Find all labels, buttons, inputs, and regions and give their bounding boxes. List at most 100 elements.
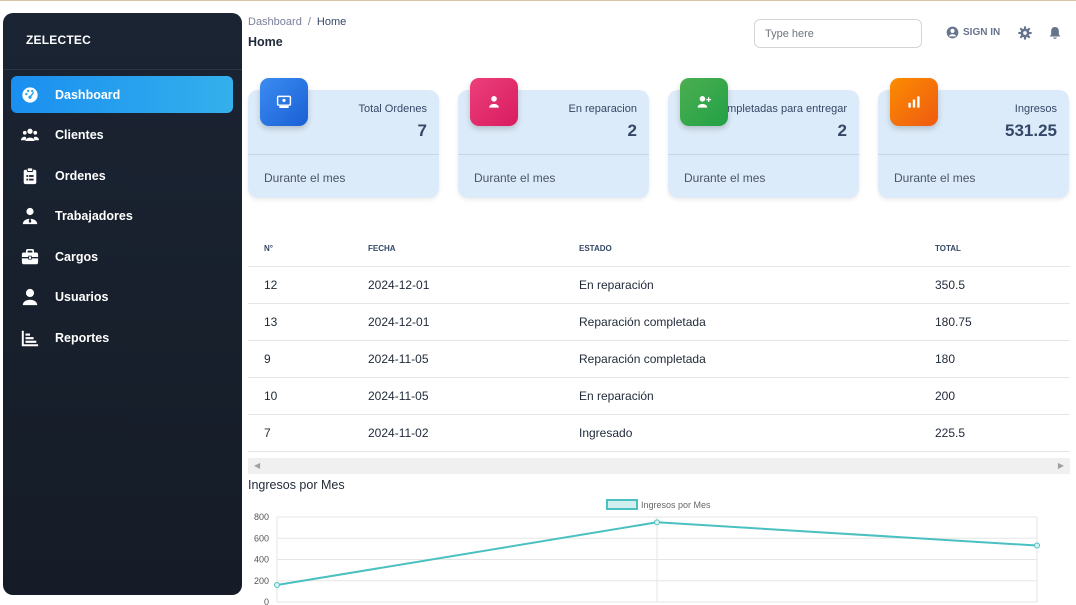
y-tick-label: 600 xyxy=(254,533,269,543)
card-footer: Durante el mes xyxy=(684,171,766,185)
cell-status: Reparación completada xyxy=(579,303,935,341)
sidebar-item-label: Ordenes xyxy=(55,168,106,183)
y-tick-label: 200 xyxy=(254,576,269,586)
card-label: En reparacion xyxy=(568,103,638,115)
data-point[interactable] xyxy=(1034,542,1040,549)
stat-card-total-ordenes: Total Ordenes 7 Durante el mes xyxy=(248,78,439,198)
breadcrumb-root-link[interactable]: Dashboard xyxy=(248,16,302,28)
card-label-clip: Completadas para entregar xyxy=(728,103,847,117)
legend-swatch[interactable] xyxy=(606,499,638,510)
brand-divider xyxy=(3,69,242,70)
person-icon xyxy=(470,78,518,126)
y-tick-label: 0 xyxy=(264,597,269,605)
scroll-left-arrow-icon[interactable]: ◀ xyxy=(254,461,260,470)
cell-date: 2024-11-05 xyxy=(368,340,579,378)
sign-in-button[interactable]: SIGN IN xyxy=(946,26,1000,39)
top-border xyxy=(0,0,1076,1)
bar-chart-icon xyxy=(890,78,938,126)
card-label: Total Ordenes xyxy=(358,103,427,115)
card-value: 2 xyxy=(837,121,847,140)
table-horizontal-scrollbar[interactable]: ◀ ▶ xyxy=(248,458,1070,474)
sidebar-item-reportes[interactable]: Reportes xyxy=(11,319,233,356)
card-divider xyxy=(248,154,439,155)
table-row[interactable]: 13 2024-12-01 Reparación completada 180.… xyxy=(248,303,1070,341)
sidebar-item-trabajadores[interactable]: Trabajadores xyxy=(11,197,233,234)
orders-table: N° FECHA ESTADO TOTAL 12 2024-12-01 En r… xyxy=(248,232,1070,452)
cell-total: 180.75 xyxy=(935,303,1070,341)
chart-grid xyxy=(276,516,1038,603)
cell-status: En reparación xyxy=(579,377,935,415)
cell-date: 2024-11-05 xyxy=(368,377,579,415)
brand-logo: ZELECTEC xyxy=(26,33,91,47)
card-divider xyxy=(458,154,649,155)
card-value: 531.25 xyxy=(1005,121,1057,140)
cell-status: Ingresado xyxy=(579,414,935,452)
person-add-icon xyxy=(680,78,728,126)
card-footer: Durante el mes xyxy=(264,171,346,185)
search-input[interactable] xyxy=(754,19,922,48)
stat-card-completadas: Completadas para entregar 2 Durante el m… xyxy=(668,78,859,198)
card-label: Ingresos xyxy=(1014,103,1057,115)
cell-total: 225.5 xyxy=(935,414,1070,452)
sidebar-item-dashboard[interactable]: Dashboard xyxy=(11,76,233,113)
sidebar-item-label: Clientes xyxy=(55,127,104,142)
cell-date: 2024-11-02 xyxy=(368,414,579,452)
scroll-right-arrow-icon[interactable]: ▶ xyxy=(1058,461,1064,470)
table-row[interactable]: 9 2024-11-05 Reparación completada 180 xyxy=(248,340,1070,378)
cell-total: 350.5 xyxy=(935,266,1070,304)
data-point[interactable] xyxy=(274,582,280,588)
user-icon xyxy=(19,286,41,308)
card-value: 2 xyxy=(627,121,637,140)
table-row[interactable]: 7 2024-11-02 Ingresado 225.5 xyxy=(248,414,1070,452)
user-circle-icon xyxy=(946,26,959,39)
gear-icon[interactable] xyxy=(1018,26,1032,40)
y-tick-label: 800 xyxy=(254,512,269,522)
chart-title: Ingresos por Mes xyxy=(248,478,345,492)
table-row[interactable]: 12 2024-12-01 En reparación 350.5 xyxy=(248,266,1070,304)
cell-number: 10 xyxy=(248,377,368,415)
cell-status: Reparación completada xyxy=(579,340,935,378)
id-card-icon xyxy=(260,78,308,126)
table-row[interactable]: 10 2024-11-05 En reparación 200 xyxy=(248,377,1070,415)
sign-in-label: SIGN IN xyxy=(963,27,1001,38)
table-header-row: N° FECHA ESTADO TOTAL xyxy=(248,232,1070,267)
breadcrumb-separator: / xyxy=(307,16,311,28)
sidebar-item-usuarios[interactable]: Usuarios xyxy=(11,278,233,315)
card-footer: Durante el mes xyxy=(894,171,976,185)
cell-status: En reparación xyxy=(579,266,935,304)
cell-total: 180 xyxy=(935,340,1070,378)
sidebar-item-label: Trabajadores xyxy=(55,208,133,223)
cell-total: 200 xyxy=(935,377,1070,415)
card-divider xyxy=(668,154,859,155)
sidebar-item-label: Cargos xyxy=(55,249,99,264)
column-header: TOTAL xyxy=(935,232,1070,267)
chart-legend: Ingresos por Mes xyxy=(606,499,711,510)
cell-number: 7 xyxy=(248,414,368,452)
card-divider xyxy=(878,154,1069,155)
column-header: ESTADO xyxy=(579,232,935,267)
card-label: Completadas para entregar xyxy=(728,103,847,115)
data-point[interactable] xyxy=(654,519,660,526)
sidebar-item-ordenes[interactable]: Ordenes xyxy=(11,157,233,194)
column-header: N° xyxy=(248,232,368,267)
chart-y-axis: 0 200 400 600 800 xyxy=(254,512,269,605)
legend-label[interactable]: Ingresos por Mes xyxy=(641,500,711,510)
cell-number: 13 xyxy=(248,303,368,341)
line-chart: 0 200 400 600 800 Ingresos por Mes xyxy=(254,499,1040,605)
clipboard-icon xyxy=(19,165,41,187)
stat-card-en-reparacion: En reparacion 2 Durante el mes xyxy=(458,78,649,198)
users-icon xyxy=(19,124,41,146)
sidebar-item-cargos[interactable]: Cargos xyxy=(11,238,233,275)
sidebar: ZELECTEC Dashboard Clientes Ordenes Trab… xyxy=(3,13,242,595)
page-title: Home xyxy=(248,35,283,49)
bell-icon[interactable] xyxy=(1048,26,1062,40)
breadcrumb: Dashboard / Home xyxy=(248,16,346,28)
cell-date: 2024-12-01 xyxy=(368,266,579,304)
briefcase-icon xyxy=(19,246,41,268)
y-tick-label: 400 xyxy=(254,555,269,565)
sidebar-item-clientes[interactable]: Clientes xyxy=(11,116,233,153)
dashboard-icon xyxy=(19,84,41,106)
card-value: 7 xyxy=(417,121,427,140)
sidebar-item-label: Dashboard xyxy=(55,87,121,102)
card-footer: Durante el mes xyxy=(474,171,556,185)
